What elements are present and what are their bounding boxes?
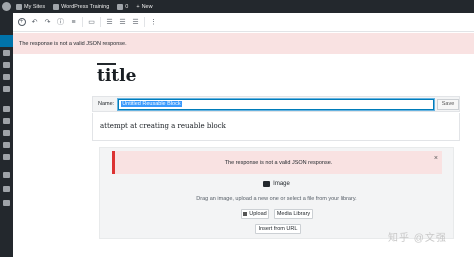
image-error-notice: The response is not a valid JSON respons…	[112, 151, 442, 174]
posts-menu-icon[interactable]	[0, 35, 13, 47]
comment-icon	[117, 3, 124, 10]
users-menu-icon[interactable]	[3, 130, 10, 136]
pages-menu-icon[interactable]	[3, 74, 10, 80]
admin-bar: My Sites WordPress Training 0 + New	[0, 0, 474, 13]
align-right-icon[interactable]: ☰	[131, 18, 140, 27]
error-notice-text: The response is not a valid JSON respons…	[19, 40, 127, 47]
comments-count: 0	[125, 3, 129, 10]
upload-label: Upload	[249, 211, 267, 217]
wordpress-logo-icon[interactable]	[2, 2, 11, 11]
media-menu-icon[interactable]	[3, 62, 10, 68]
title-separator	[97, 63, 116, 65]
site-name-label: WordPress Training	[61, 3, 110, 10]
name-label: Name:	[98, 101, 115, 107]
admin-sidebar	[0, 13, 13, 257]
image-label-text: Image	[273, 181, 290, 187]
dashboard-menu-icon[interactable]	[3, 50, 10, 56]
post-title[interactable]: title	[97, 66, 136, 86]
my-sites-menu[interactable]: My Sites	[16, 3, 46, 10]
appearance-menu-icon[interactable]	[3, 106, 10, 112]
undo-icon[interactable]: ↶	[30, 18, 39, 27]
custom-menu-icon[interactable]	[3, 172, 10, 178]
yoast-menu-icon[interactable]	[3, 186, 10, 192]
close-icon[interactable]: ×	[434, 155, 438, 162]
image-block-label: Image	[100, 181, 453, 187]
settings-menu-icon[interactable]	[3, 154, 10, 160]
redo-icon[interactable]: ↷	[43, 18, 52, 27]
more-options-icon[interactable]: ⋮	[149, 18, 158, 27]
reusable-block-icon[interactable]: ▭	[87, 18, 96, 27]
tools-menu-icon[interactable]	[3, 142, 10, 148]
editor-toolbar: + ↶ ↷ ⓘ ≡ ▭ ☰ ☰ ☰ ⋮	[13, 13, 474, 32]
new-content-menu[interactable]: + New	[136, 4, 152, 10]
site-name-menu[interactable]: WordPress Training	[53, 3, 110, 10]
home-icon	[53, 3, 60, 10]
collapse-menu-icon[interactable]	[3, 200, 10, 206]
toolbar-divider	[100, 17, 101, 27]
add-block-icon[interactable]: +	[17, 18, 26, 27]
reusable-name-input[interactable]: Untitled Reusable Block	[118, 98, 435, 110]
image-instructions: Drag an image, upload a new one or selec…	[196, 196, 357, 202]
reusable-name-value: Untitled Reusable Block	[121, 101, 182, 107]
image-block-placeholder: The response is not a valid JSON respons…	[99, 147, 454, 239]
error-notice: The response is not a valid JSON respons…	[13, 33, 474, 54]
comments-menu[interactable]: 0	[117, 3, 129, 10]
toolbar-divider	[82, 17, 83, 27]
comments-menu-icon[interactable]	[3, 86, 10, 92]
align-left-icon[interactable]: ☰	[105, 18, 114, 27]
toolbar-divider	[144, 17, 145, 27]
image-icon	[263, 181, 271, 187]
media-library-button[interactable]: Media Library	[274, 209, 313, 219]
plugins-menu-icon[interactable]	[3, 118, 10, 124]
my-sites-icon	[16, 3, 22, 10]
reusable-block-paragraph[interactable]: attempt at creating a reuable block	[92, 113, 460, 141]
info-icon[interactable]: ⓘ	[56, 18, 65, 27]
save-button[interactable]: Save	[437, 98, 459, 110]
my-sites-label: My Sites	[24, 3, 46, 10]
insert-from-url-button[interactable]: Insert from URL	[255, 224, 301, 234]
block-navigation-icon[interactable]: ≡	[69, 18, 78, 27]
align-center-icon[interactable]: ☰	[118, 18, 127, 27]
reusable-block-name-row: Name: Untitled Reusable Block Save	[92, 96, 460, 112]
upload-button[interactable]: Upload	[241, 209, 269, 219]
plus-icon: +	[136, 3, 140, 10]
image-error-text: The response is not a valid JSON respons…	[224, 159, 333, 166]
new-label: New	[141, 3, 153, 10]
watermark: 知乎 @文强	[388, 233, 447, 244]
upload-icon	[243, 212, 248, 216]
